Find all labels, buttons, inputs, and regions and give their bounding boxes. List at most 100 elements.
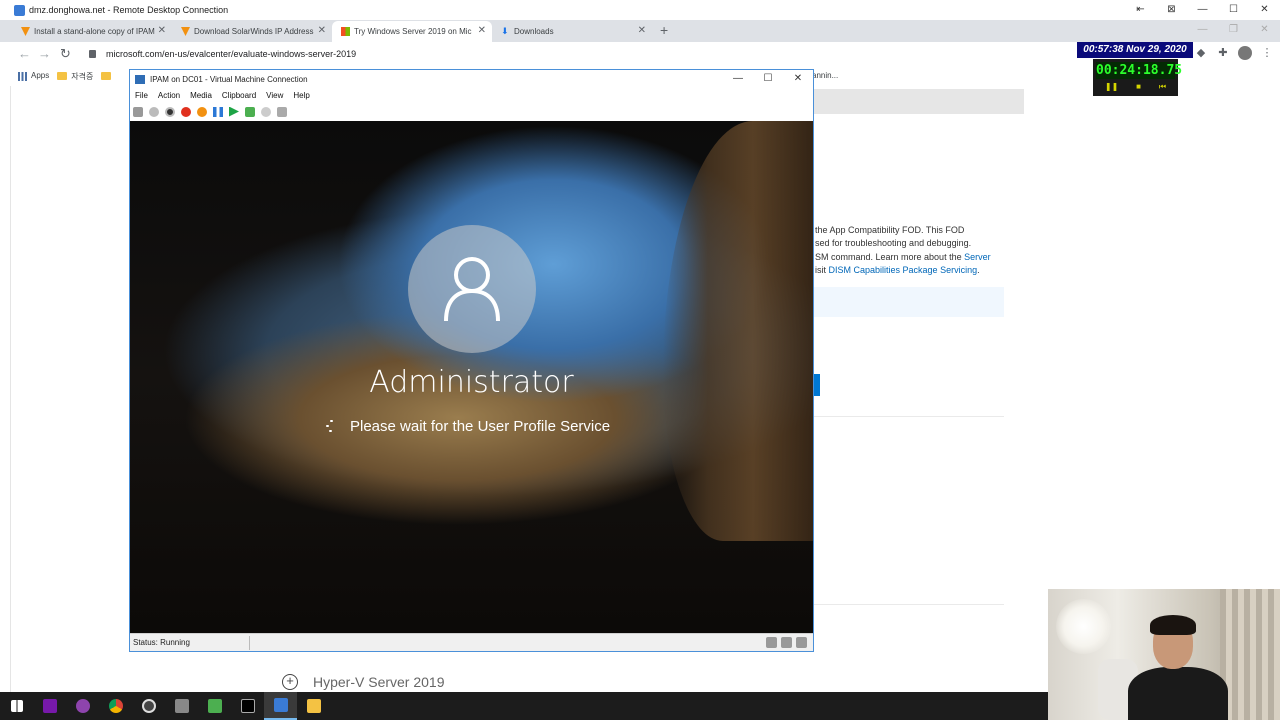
rdp-minimize-button[interactable]: — (1187, 0, 1218, 20)
checkpoint-icon[interactable] (245, 106, 255, 117)
vm-window-controls: — ☐ ✕ (723, 70, 813, 88)
dism-link[interactable]: DISM Capabilities Package Servicing (829, 265, 978, 275)
profile-avatar-icon[interactable] (1238, 46, 1252, 60)
menu-help[interactable]: Help (293, 91, 309, 100)
reload-icon[interactable]: ↻ (60, 46, 71, 62)
taskbar-app2[interactable] (165, 692, 198, 720)
new-tab-button[interactable]: + (660, 22, 668, 38)
reset-icon[interactable]: ⏮ (1159, 82, 1166, 92)
browser-restore-button[interactable]: ❐ (1218, 20, 1249, 40)
ctrl-alt-del-icon[interactable] (133, 106, 143, 117)
vm-minimize-button[interactable]: — (723, 70, 753, 88)
stop-icon[interactable]: ■ (1136, 82, 1141, 92)
lock-icon (796, 637, 807, 648)
app-icon (174, 699, 189, 713)
bookmark-overflow[interactable]: annin... (812, 71, 838, 80)
page-line: isit (815, 265, 826, 276)
taskbar-notepad[interactable] (198, 692, 231, 720)
divider (812, 604, 1004, 605)
pause-icon[interactable]: ❚❚ (1105, 82, 1118, 92)
terminal-icon (240, 699, 255, 713)
page-line: . (977, 265, 980, 276)
tab-downloads[interactable]: ⬇ Downloads ✕ (492, 21, 652, 42)
hyperv-label: Hyper-V Server 2019 (313, 674, 445, 690)
hyperv-expand-item[interactable]: + Hyper-V Server 2019 (282, 674, 445, 690)
start-icon[interactable] (149, 106, 159, 117)
rdp-restore-icon[interactable]: ⊠ (1156, 0, 1187, 20)
save-state-icon[interactable] (197, 106, 207, 117)
webcam-person-body (1128, 667, 1228, 720)
start-button[interactable] (0, 692, 33, 720)
rdp-maximize-button[interactable]: ☐ (1218, 0, 1249, 20)
enhanced-session-icon[interactable] (277, 106, 287, 117)
vm-maximize-button[interactable]: ☐ (753, 70, 783, 88)
remote-desktop-icon (273, 698, 288, 712)
rdp-close-button[interactable]: ✕ (1249, 0, 1280, 20)
tab-solarwinds-download[interactable]: Download SolarWinds IP Address ✕ (172, 21, 332, 42)
mouse-icon (781, 637, 792, 648)
bookmark-folder-label: 자격증 (71, 71, 94, 81)
webcam-person-hair (1150, 615, 1196, 635)
address-bar[interactable]: microsoft.com/en-us/evalcenter/evaluate-… (84, 45, 1084, 63)
menu-clipboard[interactable]: Clipboard (222, 91, 256, 100)
keyboard-icon (766, 637, 777, 648)
extensions-area: ◆ ✚ ⋮ (1194, 46, 1280, 60)
menu-action[interactable]: Action (158, 91, 180, 100)
revert-icon[interactable] (261, 106, 271, 117)
folder-icon[interactable] (101, 72, 112, 80)
pause-icon[interactable] (213, 106, 223, 117)
browser-close-button[interactable]: ✕ (1249, 20, 1280, 40)
puzzle-icon[interactable]: ✚ (1216, 46, 1230, 60)
resume-icon[interactable] (229, 106, 239, 117)
tab-label: Download SolarWinds IP Address (194, 27, 314, 36)
lock-icon (89, 50, 96, 58)
username-label: Administrator (369, 365, 574, 400)
tab-windows-server[interactable]: Try Windows Server 2019 on Mic ✕ (332, 21, 492, 42)
vm-menubar: File Action Media Clipboard View Help (130, 88, 310, 103)
close-icon[interactable]: ✕ (638, 25, 646, 36)
taskbar-chrome[interactable] (99, 692, 132, 720)
plus-circle-icon[interactable]: + (282, 674, 298, 690)
menu-view[interactable]: View (266, 91, 283, 100)
taskbar-remote-desktop[interactable] (264, 692, 297, 720)
bookmark-apps[interactable]: Apps (18, 71, 49, 81)
close-icon[interactable]: ✕ (318, 25, 326, 36)
vm-close-button[interactable]: ✕ (783, 70, 813, 88)
obs-icon (141, 699, 156, 713)
back-icon[interactable]: ← (18, 46, 31, 61)
shutdown-icon[interactable] (181, 106, 191, 117)
browser-minimize-button[interactable]: — (1187, 20, 1218, 40)
user-silhouette-icon (444, 257, 500, 321)
folder-icon (306, 699, 321, 713)
close-icon[interactable]: ✕ (478, 25, 486, 36)
forward-icon[interactable]: → (38, 46, 51, 61)
taskbar-onenote[interactable] (33, 692, 66, 720)
more-menu-icon[interactable]: ⋮ (1260, 46, 1274, 60)
vm-screen[interactable]: Administrator Please wait for the User P… (130, 121, 813, 633)
taskbar-terminal[interactable] (231, 692, 264, 720)
tab-ipam-install[interactable]: Install a stand-alone copy of IPAM ✕ (12, 21, 172, 42)
extension-icon[interactable]: ◆ (1194, 46, 1208, 60)
clock-overlay: 00:57:38 Nov 29, 2020 (1077, 42, 1193, 58)
tab-label: Try Windows Server 2019 on Mic (354, 27, 472, 36)
taskbar-obs[interactable] (132, 692, 165, 720)
user-avatar (408, 225, 536, 353)
status-icons (766, 637, 807, 648)
rdp-pin-icon[interactable]: ⇤ (1125, 0, 1156, 20)
turn-off-icon[interactable] (165, 106, 175, 117)
webcam-feed (1048, 589, 1280, 720)
browser-tabstrip: Install a stand-alone copy of IPAM ✕ Dow… (0, 20, 1280, 42)
close-icon[interactable]: ✕ (158, 25, 166, 36)
remote-desktop-icon (14, 4, 25, 16)
loading-spinner-icon (326, 419, 338, 434)
menu-media[interactable]: Media (190, 91, 212, 100)
bookmark-folder[interactable]: 자격증 (57, 71, 93, 82)
taskbar-app[interactable] (66, 692, 99, 720)
download-icon: ⬇ (501, 26, 509, 36)
vm-title: IPAM on DC01 - Virtual Machine Connectio… (150, 74, 308, 84)
info-box (812, 287, 1004, 317)
server-link[interactable]: Server (964, 252, 991, 262)
divider (812, 416, 1004, 417)
menu-file[interactable]: File (135, 91, 148, 100)
taskbar-file-explorer[interactable] (297, 692, 330, 720)
